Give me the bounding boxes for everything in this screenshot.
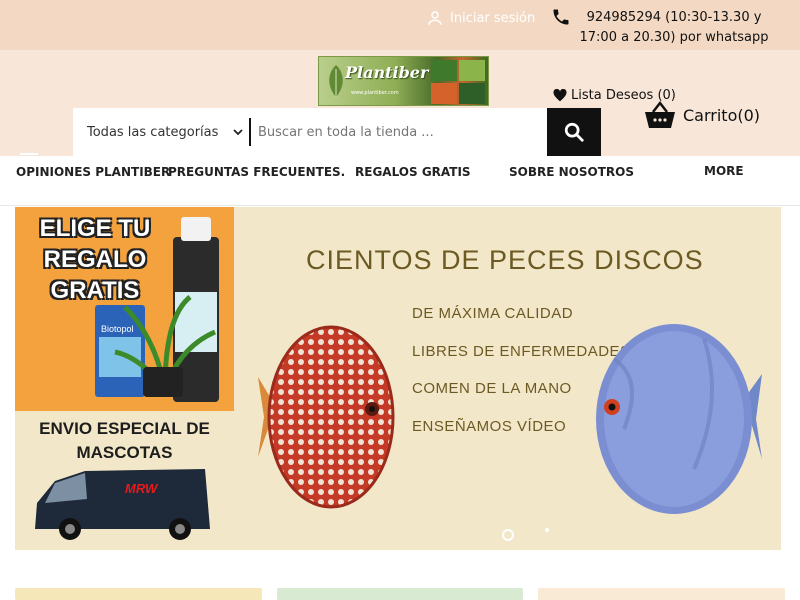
- chevron-down-icon: [233, 129, 243, 136]
- store-logo[interactable]: Plantiber www.plantiber.com: [318, 56, 489, 106]
- gift-promo-banner[interactable]: ELIGE TU REGALO GRATIS Biotopol: [15, 207, 234, 411]
- promo-card-3[interactable]: [538, 588, 785, 600]
- slider-feature-3: COMEN DE LA MANO: [412, 380, 572, 397]
- menu-icon[interactable]: [20, 153, 38, 155]
- nav-item-opiniones[interactable]: OPINIONES PLANTIBER: [16, 165, 170, 179]
- search-divider: [249, 118, 251, 146]
- shipping-promo-banner[interactable]: ENVIO ESPECIAL DE MASCOTAS MRW: [15, 411, 234, 550]
- nav-item-regalos[interactable]: REGALOS GRATIS: [355, 165, 471, 179]
- phone-icon: [553, 9, 569, 25]
- search-input[interactable]: [258, 108, 546, 156]
- nav-item-sobre-nosotros[interactable]: SOBRE NOSOTROS: [509, 165, 634, 179]
- main-slider[interactable]: CIENTOS DE PECES DISCOS DE MÁXIMA CALIDA…: [234, 207, 781, 550]
- category-select[interactable]: Todas las categorías: [73, 108, 249, 156]
- van-brand-label: MRW: [125, 481, 159, 496]
- promo-card-2[interactable]: [277, 588, 523, 600]
- logo-tiles: [431, 60, 485, 104]
- heart-icon: [553, 89, 567, 102]
- blue-discus-fish-image: [596, 324, 762, 514]
- main-nav: [0, 156, 800, 206]
- cart-label[interactable]: Carrito(0): [683, 106, 760, 125]
- logo-url: www.plantiber.com: [351, 90, 399, 96]
- promo-card-1[interactable]: [15, 588, 262, 600]
- delivery-van-image: MRW: [35, 469, 210, 540]
- search-icon: [564, 122, 584, 142]
- login-link[interactable]: Iniciar sesión: [426, 9, 535, 27]
- search-button[interactable]: [547, 108, 601, 156]
- gift-products-image: Biotopol: [95, 217, 219, 402]
- slider-feature-1: DE MÁXIMA CALIDAD: [412, 305, 574, 322]
- slider-title: CIENTOS DE PECES DISCOS: [306, 245, 704, 275]
- slider-dot-1[interactable]: [502, 529, 514, 541]
- user-icon: [428, 11, 442, 25]
- search-bar: Todas las categorías: [73, 108, 601, 156]
- nav-item-more[interactable]: MORE: [704, 164, 744, 178]
- cart-link[interactable]: Carrito(0): [643, 100, 760, 130]
- slider-dot-2[interactable]: [545, 528, 549, 532]
- red-discus-fish-image: [258, 325, 395, 509]
- nav-item-preguntas[interactable]: PREGUNTAS FRECUENTES.: [168, 165, 345, 179]
- leaf-icon: [329, 65, 343, 97]
- gift-product-label: Biotopol: [101, 324, 134, 334]
- logo-text: Plantiber: [345, 63, 429, 82]
- login-label[interactable]: Iniciar sesión: [450, 11, 535, 26]
- slider-feature-4: ENSEÑAMOS VÍDEO: [412, 418, 567, 435]
- shopping-basket-icon: [645, 100, 675, 128]
- category-selected-value: Todas las categorías: [87, 124, 219, 140]
